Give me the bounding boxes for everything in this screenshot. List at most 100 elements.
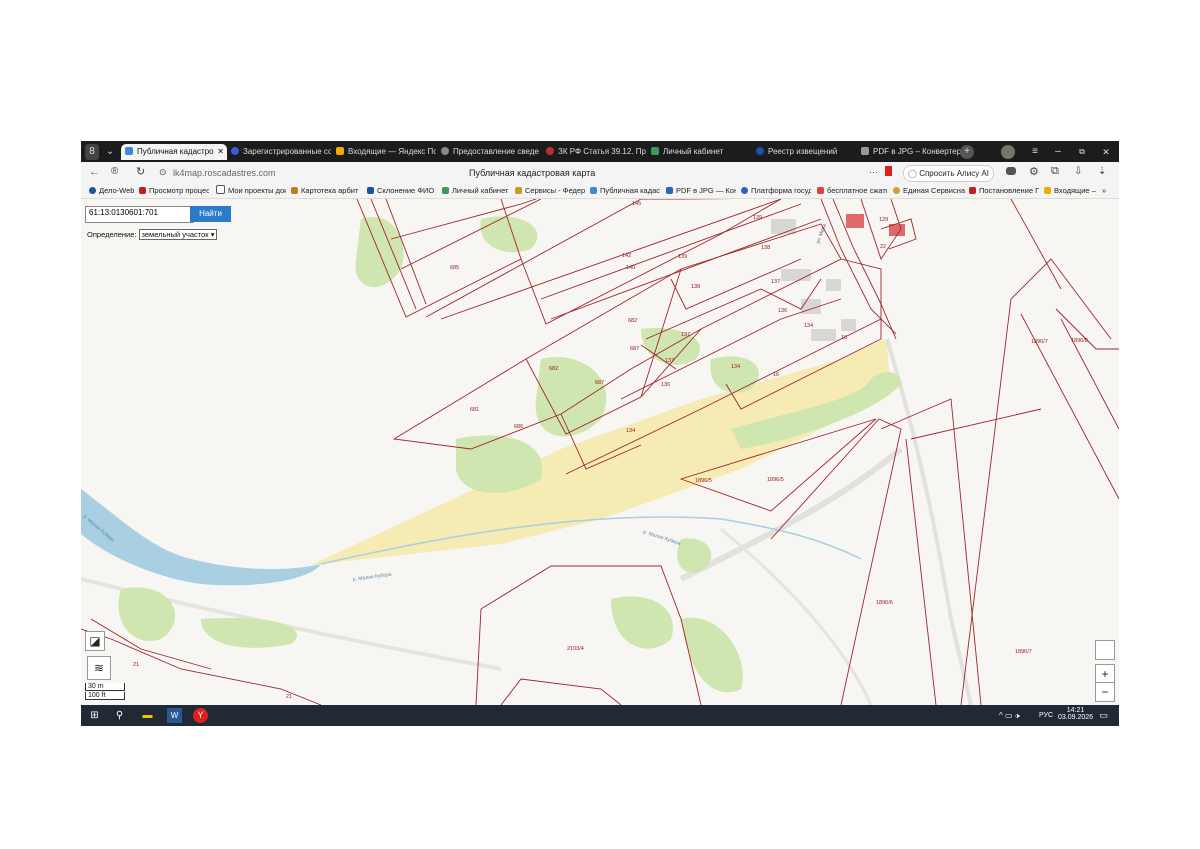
browser-logo-icon[interactable]: 8 bbox=[85, 144, 99, 160]
tab-registered[interactable]: Зарегистрированные со bbox=[227, 144, 331, 160]
bookmark-icon[interactable] bbox=[885, 166, 892, 176]
bookmark-item[interactable]: Картотека арбит bbox=[291, 185, 361, 197]
volume-icon: 🕩 bbox=[1014, 711, 1020, 720]
definition-value: земельный участок bbox=[141, 230, 209, 239]
vpn-icon[interactable] bbox=[1006, 167, 1016, 175]
zoom-in-button[interactable]: + bbox=[1095, 664, 1115, 684]
river-label: р. Малая Кубера bbox=[642, 529, 681, 547]
chevron-down-icon[interactable]: ⌄ bbox=[101, 144, 119, 160]
bookmark-favicon-icon bbox=[893, 187, 900, 194]
bookmark-item[interactable]: Склонение ФИО bbox=[367, 185, 437, 197]
menu-icon[interactable]: ≡ bbox=[1026, 144, 1044, 160]
bookmark-favicon-icon bbox=[367, 187, 374, 194]
bookmark-item[interactable]: Личный кабинет bbox=[442, 185, 512, 197]
site-info-icon[interactable]: ⊙ bbox=[159, 167, 167, 178]
reload-icon[interactable]: ↻ bbox=[136, 165, 145, 178]
parcel-label: 682 bbox=[628, 318, 637, 324]
bookmark-item[interactable]: Единая Сервисная bbox=[893, 185, 965, 197]
bookmark-item[interactable]: бесплатное сжати bbox=[817, 185, 887, 197]
parcel-label: 1896/7 bbox=[1015, 649, 1032, 655]
cadastral-search-input[interactable]: 61:13:0130601:701 bbox=[85, 206, 194, 223]
bookmark-item[interactable]: Мои проекты док bbox=[216, 185, 286, 197]
yandex-browser-icon[interactable]: Y bbox=[193, 708, 208, 723]
minimize-button[interactable]: – bbox=[1049, 144, 1067, 160]
tab-icon bbox=[651, 147, 659, 155]
bookmark-item[interactable]: Входящие — bbox=[1044, 185, 1096, 197]
bookmark-label: Постановление П bbox=[979, 186, 1039, 195]
bookmark-item[interactable]: Публичная кадас bbox=[590, 185, 660, 197]
profile-avatar[interactable] bbox=[1001, 145, 1015, 159]
bookmarks-more-button[interactable]: » bbox=[1102, 185, 1114, 197]
url-text[interactable]: lk4map.roscadastres.com bbox=[173, 168, 276, 178]
bookmark-favicon-icon bbox=[442, 187, 449, 194]
find-button[interactable]: Найти bbox=[190, 206, 231, 222]
collections-icon[interactable]: ⧉ bbox=[1051, 165, 1059, 178]
notifications-icon[interactable]: ⇣ bbox=[1098, 166, 1106, 177]
tab-close-icon[interactable]: ✕ bbox=[217, 144, 224, 160]
tray-icons[interactable]: ^ ▭ 🕩 bbox=[999, 711, 1020, 721]
map-blank-control[interactable] bbox=[1095, 640, 1115, 660]
search-icon[interactable]: ⚲ bbox=[112, 708, 127, 723]
definition-select[interactable]: земельный участок ▾ bbox=[138, 229, 218, 240]
close-button[interactable]: ✕ bbox=[1097, 144, 1115, 160]
parcel-label: 685 bbox=[450, 265, 459, 271]
tab-personal-account[interactable]: Личный кабинет bbox=[647, 144, 751, 160]
river bbox=[81, 489, 321, 586]
zoom-out-button[interactable]: − bbox=[1095, 682, 1115, 702]
parcel-label: 139 bbox=[678, 254, 687, 260]
alice-button[interactable]: ◯ Спросить Алису AI bbox=[903, 165, 994, 182]
account-icon[interactable]: ® bbox=[111, 166, 118, 177]
bookmark-item[interactable]: Постановление П bbox=[969, 185, 1039, 197]
parcel-label: 129 bbox=[879, 217, 888, 223]
parcel-label: 2103/4 bbox=[567, 646, 584, 652]
clock-date: 03.09.2026 bbox=[1058, 714, 1094, 721]
bookmark-label: Просмотр процес bbox=[149, 186, 209, 195]
bookmark-item[interactable]: Просмотр процес bbox=[139, 185, 209, 197]
tab-label: ЗК РФ Статья 39.12. Про bbox=[558, 147, 646, 156]
parcel-label: 21 bbox=[286, 694, 292, 700]
map-canvas[interactable]: 145 139 129 22 685 142 140 139 138 138 1… bbox=[81, 199, 1119, 705]
tab-notices[interactable]: Реестр извещений bbox=[752, 144, 856, 160]
downloads-icon[interactable]: ⇩ bbox=[1074, 166, 1082, 177]
bookmark-favicon-icon bbox=[741, 187, 748, 194]
buildings-highlighted bbox=[846, 214, 905, 236]
cadastral-map[interactable]: 145 139 129 22 685 142 140 139 138 138 1… bbox=[81, 199, 1119, 705]
bookmark-item[interactable]: Дело-Web bbox=[89, 185, 137, 197]
bookmark-item[interactable]: Платформа госуд bbox=[741, 185, 811, 197]
bookmark-favicon-icon bbox=[666, 187, 673, 194]
windows-start-icon[interactable]: ⊞ bbox=[87, 708, 102, 723]
tab-land-code[interactable]: ЗК РФ Статья 39.12. Про bbox=[542, 144, 646, 160]
word-icon[interactable]: W bbox=[167, 708, 182, 723]
fullscreen-button[interactable]: ◪ bbox=[85, 631, 105, 651]
back-icon[interactable]: ← bbox=[89, 166, 100, 178]
notification-center-icon[interactable]: ▭ bbox=[1096, 708, 1111, 723]
bookmark-label: Личный кабинет bbox=[452, 186, 509, 195]
tab-pdf-jpg[interactable]: PDF в JPG – Конвертер bbox=[857, 144, 961, 160]
layers-button[interactable]: ≋ bbox=[87, 656, 111, 680]
tab-info[interactable]: Предоставление сведе bbox=[437, 144, 541, 160]
parcel-label: 138 bbox=[761, 245, 770, 251]
tab-inbox[interactable]: Входящие — Яндекс По bbox=[332, 144, 436, 160]
tab-cadastral-map[interactable]: Публичная кадастро ✕ bbox=[121, 144, 227, 160]
parcel-label: 137 bbox=[771, 279, 780, 285]
scale-meters: 30 m bbox=[85, 683, 125, 691]
bookmark-item[interactable]: PDF в JPG — Конв bbox=[666, 185, 736, 197]
extensions-icon[interactable]: ⚙ bbox=[1029, 165, 1039, 178]
parcel-label: 134 bbox=[626, 428, 635, 434]
bookmark-favicon-icon bbox=[590, 187, 597, 194]
buildings bbox=[771, 219, 856, 341]
parcel-label: 687 bbox=[595, 380, 604, 386]
search-box: 61:13:0130601:701 Найти bbox=[85, 206, 231, 223]
clock[interactable]: 14:21 03.09.2026 bbox=[1058, 707, 1093, 721]
browser-window: 8 ⌄ Публичная кадастро ✕ Зарегистрирован… bbox=[81, 141, 1119, 726]
bookmark-label: Входящие — bbox=[1054, 186, 1096, 195]
tab-icon bbox=[861, 147, 869, 155]
parcel-label: 686 bbox=[514, 424, 523, 430]
file-explorer-icon[interactable]: ▬ bbox=[140, 708, 155, 723]
bookmark-item[interactable]: Сервисы - Федер bbox=[515, 185, 585, 197]
restore-button[interactable]: ⧉ bbox=[1073, 144, 1091, 160]
more-icon[interactable]: ··· bbox=[869, 167, 878, 177]
definition-label: Определение: bbox=[87, 230, 137, 239]
new-tab-button[interactable]: + bbox=[960, 145, 974, 159]
language-indicator[interactable]: РУС bbox=[1039, 712, 1053, 719]
